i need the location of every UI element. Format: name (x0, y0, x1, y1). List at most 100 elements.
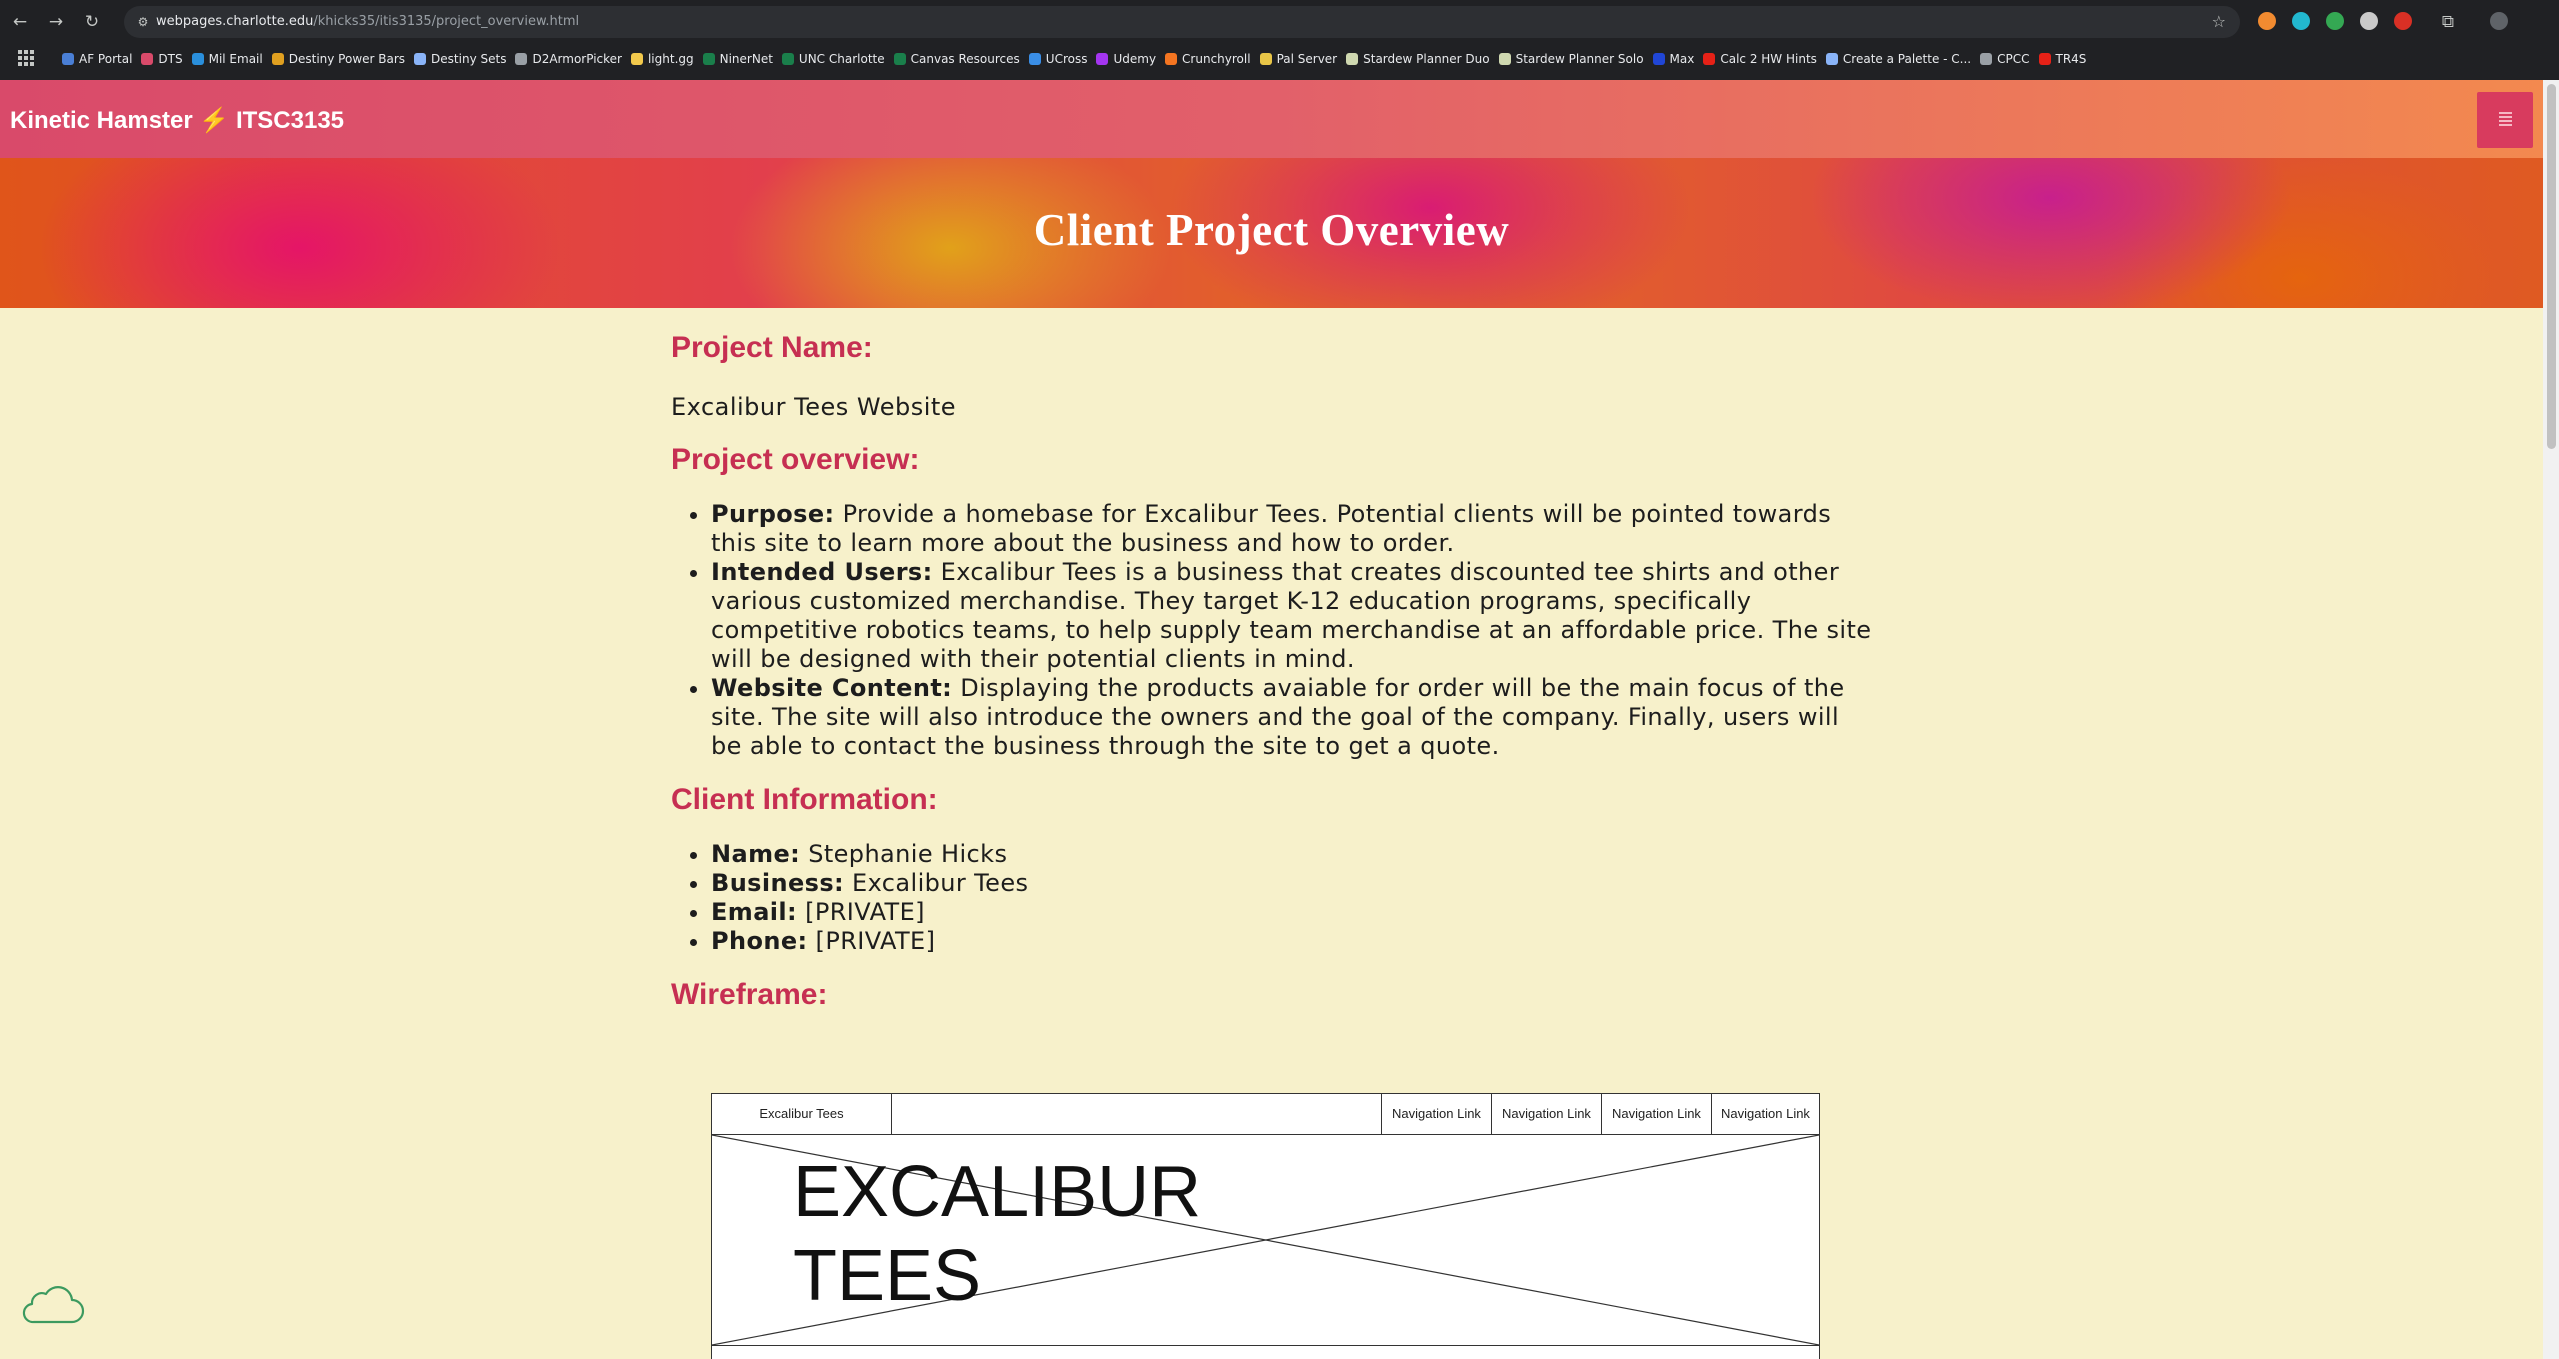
wireframe-empty-cell (892, 1094, 1382, 1134)
project-name-heading: Project Name: (671, 331, 873, 364)
project-overview-heading: Project overview: (671, 443, 920, 476)
list-item-label: Phone: (711, 927, 808, 955)
bookmark-label: Stardew Planner Solo (1515, 52, 1644, 66)
apps-grid-icon[interactable] (18, 50, 34, 66)
bookmark-item[interactable]: D2ArmorPicker (515, 47, 631, 71)
wireframe-image: Excalibur Tees Navigation Link Navigatio… (711, 1093, 1820, 1359)
bookmark-item[interactable]: light.gg (630, 47, 703, 71)
hamburger-menu-button[interactable] (2477, 92, 2533, 148)
bookmark-item[interactable]: Destiny Sets (414, 47, 515, 71)
bookmarks-bar: AF Portal DTS Mil Email Destiny Power Bars D… (0, 47, 2559, 71)
bookmark-item[interactable]: NinerNet (702, 47, 782, 71)
bookmark-label: UCross (1045, 52, 1088, 66)
forward-arrow-icon[interactable]: → (44, 10, 68, 34)
list-item-text: Excalibur Tees (844, 869, 1029, 897)
wireframe-hero-line: EXCALIBUR (793, 1152, 1202, 1232)
bookmark-item[interactable]: Canvas Resources (893, 47, 1029, 71)
bookmark-label: Calc 2 HW Hints (1720, 52, 1817, 66)
url-text[interactable]: webpages.charlotte.edu/khicks35/itis3135… (156, 6, 579, 38)
vertical-scrollbar[interactable] (2543, 80, 2559, 1359)
bookmark-favicon-icon (1980, 53, 1993, 65)
bookmark-label: CPCC (1997, 52, 2030, 66)
site-header: Kinetic Hamster ⚡ ITSC3135 (0, 80, 2543, 158)
bookmark-favicon-icon (1703, 53, 1716, 65)
bookmark-favicon-icon (141, 53, 154, 65)
list-item: Intended Users: Excalibur Tees is a busi… (711, 558, 1876, 674)
wireframe-nav-bar: Excalibur Tees Navigation Link Navigatio… (712, 1094, 1819, 1135)
wireframe-logo-cell: Excalibur Tees (712, 1094, 892, 1134)
extension-icon[interactable] (2258, 12, 2276, 30)
extension-icon[interactable] (2360, 12, 2378, 30)
hero-banner: Client Project Overview (0, 158, 2543, 308)
browser-toolbar: ← → ↻ ⚙ webpages.charlotte.edu/khicks35/… (0, 0, 2559, 80)
list-item-text: Provide a homebase for Excalibur Tees. P… (711, 500, 1832, 557)
list-item-label: Name: (711, 840, 801, 868)
main-content: Project Name: Excalibur Tees Website Pro… (671, 330, 1876, 1013)
bookmark-favicon-icon (1028, 53, 1041, 65)
bookmark-favicon-icon (1165, 53, 1178, 65)
bookmark-favicon-icon (515, 53, 528, 65)
cloud-icon[interactable] (20, 1282, 86, 1326)
list-item-text: [PRIVATE] (807, 927, 936, 955)
profile-avatar[interactable] (2490, 12, 2508, 30)
bookmark-label: Create a Palette - C... (1842, 52, 1972, 66)
bookmark-label: AF Portal (79, 52, 133, 66)
back-arrow-icon[interactable]: ← (8, 10, 32, 34)
bookmark-item[interactable]: CPCC (1980, 47, 2038, 71)
bookmark-label: Max (1669, 52, 1695, 66)
reload-icon[interactable]: ↻ (80, 10, 104, 34)
list-item: Phone: [PRIVATE] (711, 927, 1876, 956)
wireframe-nav-link: Navigation Link (1721, 1106, 1810, 1121)
scrollbar-thumb[interactable] (2547, 84, 2556, 449)
bookmark-item[interactable]: Max (1652, 47, 1704, 71)
project-name-value: Excalibur Tees Website (671, 393, 957, 421)
bookmark-item[interactable]: Udemy (1096, 47, 1165, 71)
list-item-label: Website Content: (711, 674, 953, 702)
bookmark-favicon-icon (893, 53, 906, 65)
wireframe-hero-line: TEES (793, 1236, 982, 1316)
bookmark-label: Udemy (1113, 52, 1157, 66)
bookmark-item[interactable]: Pal Server (1259, 47, 1347, 71)
bookmark-favicon-icon (271, 53, 284, 65)
bookmark-item[interactable]: Crunchyroll (1165, 47, 1260, 71)
bookmark-label: Canvas Resources (910, 52, 1020, 66)
bookmark-item[interactable]: DTS (141, 47, 191, 71)
bookmark-item[interactable]: TR4S (2038, 47, 2096, 71)
extension-icon[interactable] (2394, 12, 2412, 30)
bookmark-item[interactable]: UNC Charlotte (781, 47, 894, 71)
list-item-text: [PRIVATE] (797, 898, 925, 926)
bookmark-favicon-icon (1498, 53, 1511, 65)
bookmark-favicon-icon (414, 53, 427, 65)
wireframe-heading: Wireframe: (671, 978, 828, 1011)
bookmark-favicon-icon (1825, 53, 1838, 65)
bookmark-item[interactable]: UCross (1028, 47, 1097, 71)
bookmark-item[interactable]: Mil Email (191, 47, 272, 71)
bookmark-favicon-icon (1652, 53, 1665, 65)
bookmark-item[interactable]: Calc 2 HW Hints (1703, 47, 1826, 71)
client-information-heading: Client Information: (671, 783, 938, 816)
extension-icon[interactable] (2292, 12, 2310, 30)
list-item: Name: Stephanie Hicks (711, 840, 1876, 869)
bookmark-item[interactable]: Stardew Planner Solo (1498, 47, 1653, 71)
bookmark-label: NinerNet (719, 52, 773, 66)
list-item: Website Content: Displaying the products… (711, 674, 1876, 761)
extension-icon[interactable] (2326, 12, 2344, 30)
wireframe-nav-link: Navigation Link (1602, 1094, 1712, 1134)
bookmark-favicon-icon (702, 53, 715, 65)
bookmark-list: AF Portal DTS Mil Email Destiny Power Bars D… (62, 47, 2095, 71)
bookmark-item[interactable]: Stardew Planner Duo (1346, 47, 1498, 71)
site-brand[interactable]: Kinetic Hamster ⚡ ITSC3135 (10, 80, 344, 162)
extensions-puzzle-icon[interactable]: ⧉ (2436, 10, 2460, 34)
site-info-icon[interactable]: ⚙ (134, 13, 152, 31)
bookmark-item[interactable]: AF Portal (62, 47, 141, 71)
bookmark-item[interactable]: Create a Palette - C... (1825, 47, 1980, 71)
bookmark-label: Destiny Sets (431, 52, 507, 66)
bookmark-label: light.gg (647, 52, 694, 66)
bookmark-favicon-icon (1096, 53, 1109, 65)
bookmark-label: DTS (158, 52, 183, 66)
bookmark-star-icon[interactable]: ☆ (2212, 6, 2226, 38)
wireframe-hero-placeholder: EXCALIBUR TEES (712, 1135, 1819, 1346)
bookmark-item[interactable]: Destiny Power Bars (271, 47, 414, 71)
address-bar[interactable]: ⚙ webpages.charlotte.edu/khicks35/itis31… (124, 6, 2240, 38)
bookmark-label: Stardew Planner Duo (1363, 52, 1490, 66)
